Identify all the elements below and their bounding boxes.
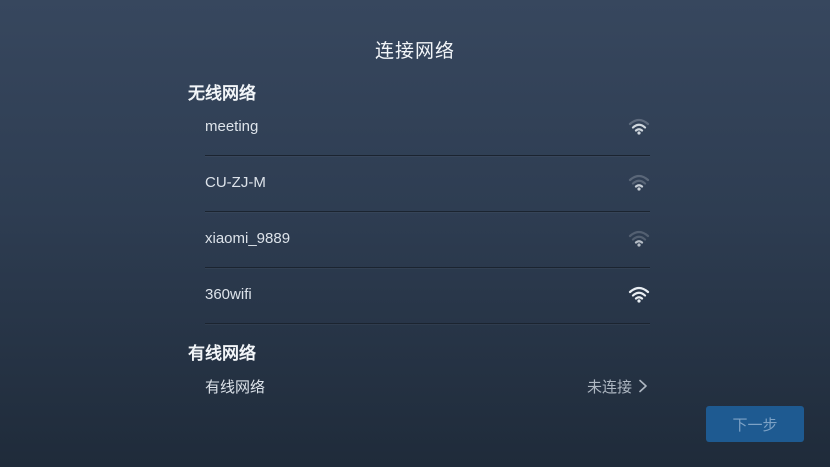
wifi-signal-icon xyxy=(628,230,650,247)
next-step-button[interactable]: 下一步 xyxy=(706,406,804,442)
wifi-network-name: meeting xyxy=(205,118,259,135)
wifi-network-row[interactable]: 360wifi xyxy=(205,268,650,324)
wired-section-title: 有线网络 xyxy=(188,344,256,363)
wifi-signal-icon xyxy=(628,118,650,135)
wifi-signal-icon xyxy=(628,174,650,191)
wifi-network-name: CU-ZJ-M xyxy=(205,174,266,191)
wired-status-text: 未连接 xyxy=(586,379,632,396)
wifi-network-row[interactable]: meeting xyxy=(205,100,650,156)
chevron-right-icon xyxy=(639,379,647,393)
wifi-network-name: 360wifi xyxy=(205,286,252,303)
page-title: 连接网络 xyxy=(374,41,455,62)
wired-network-row[interactable]: 有线网络 未连接 xyxy=(205,373,650,397)
wifi-list: meeting CU-ZJ-M xiaomi_9889 360wifi xyxy=(205,100,650,324)
wifi-network-name: xiaomi_9889 xyxy=(205,230,291,247)
wifi-network-row[interactable]: CU-ZJ-M xyxy=(205,156,650,212)
wired-network-label: 有线网络 xyxy=(205,379,266,396)
wifi-signal-icon xyxy=(628,286,650,303)
wifi-network-row[interactable]: xiaomi_9889 xyxy=(205,212,650,268)
